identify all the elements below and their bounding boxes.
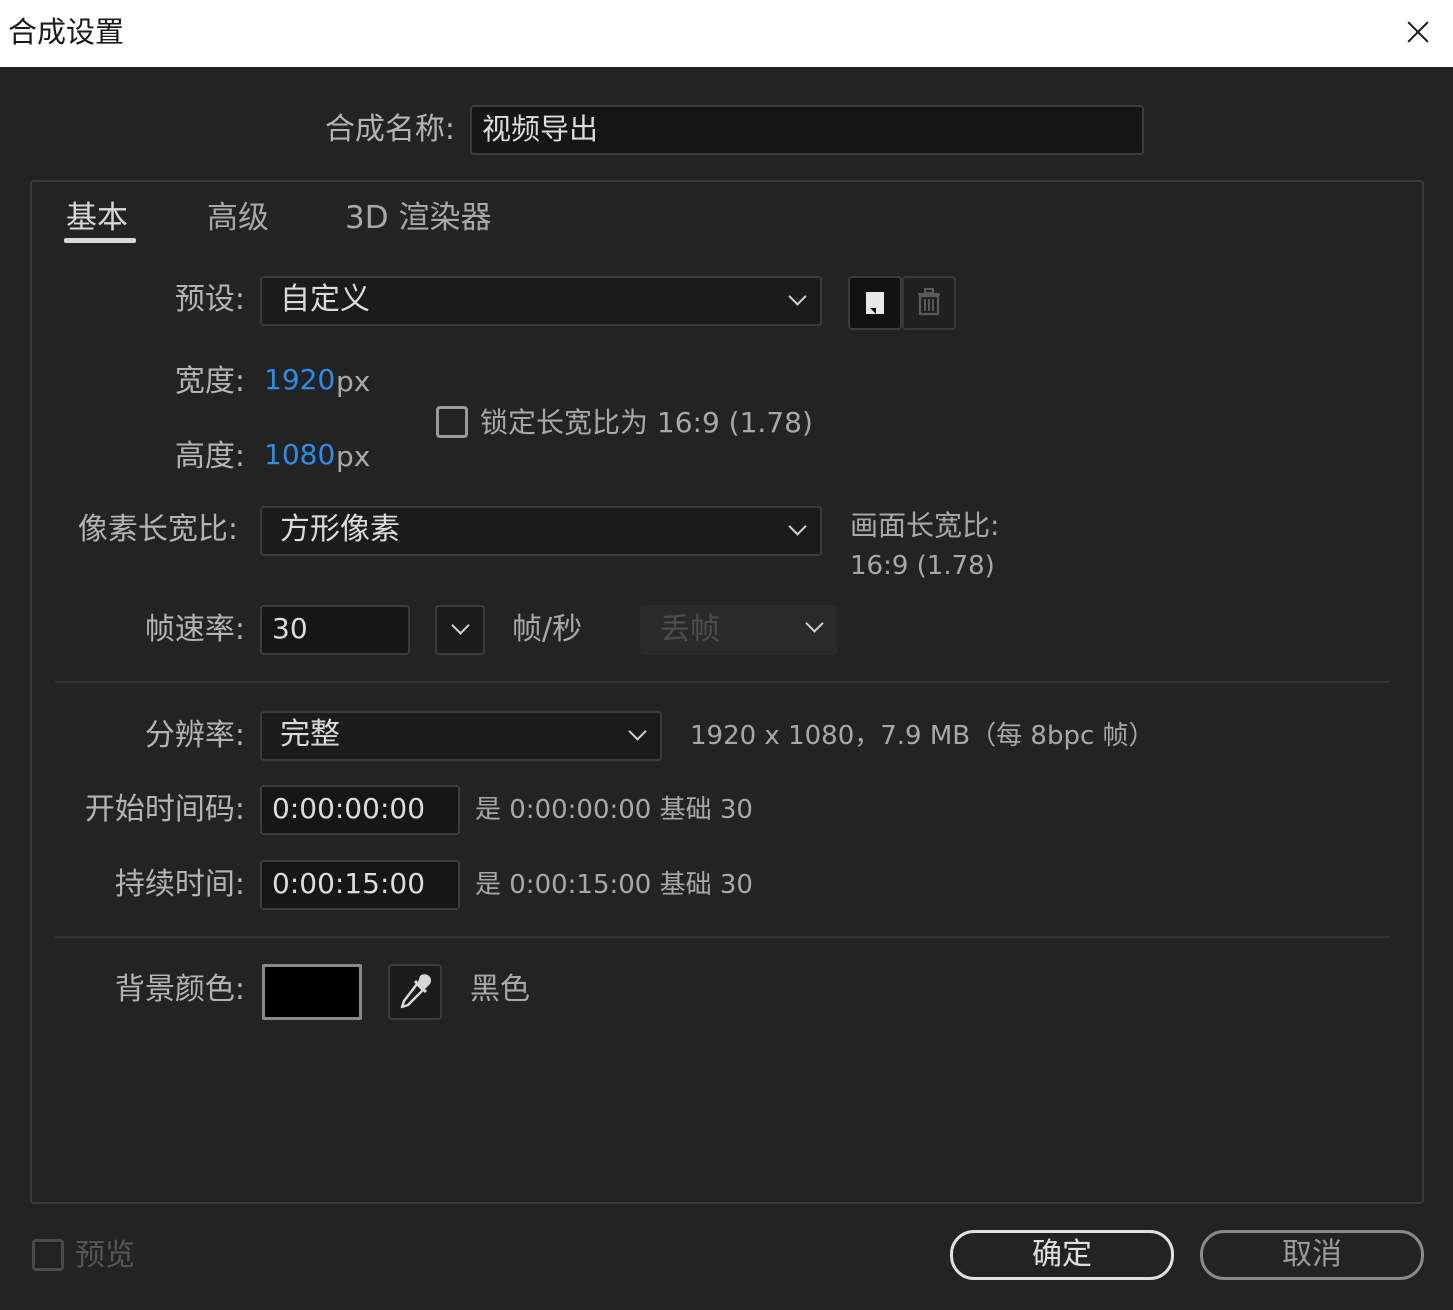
height-unit: px [336,440,371,473]
start-timecode-input[interactable]: 0:00:00:00 [260,785,460,835]
width-value[interactable]: 1920 [264,360,335,400]
resolution-label: 分辨率: [144,718,245,753]
tab-basic[interactable]: 基本 [66,198,128,238]
frame-aspect-label: 画面长宽比: [850,509,1000,542]
resolution-info: 1920 x 1080，7.9 MB（每 8bpc 帧） [690,721,1155,751]
width-unit: px [336,365,371,398]
frame-rate-dropdown[interactable] [435,605,485,655]
preview-checkbox[interactable] [32,1239,64,1271]
height-label: 高度: [174,439,245,474]
pixel-aspect-value: 方形像素 [280,512,400,547]
start-timecode-label: 开始时间码: [84,792,245,827]
divider [55,681,1390,683]
close-icon[interactable] [1401,16,1435,50]
chevron-down-icon [628,725,646,743]
delete-preset-button[interactable] [902,276,956,330]
background-color-swatch[interactable] [262,964,362,1020]
lock-aspect-checkbox[interactable] [436,406,468,438]
tab-3d-renderer[interactable]: 3D 渲染器 [345,198,491,238]
settings-panel [30,180,1424,1204]
cancel-button[interactable]: 取消 [1200,1230,1424,1280]
trash-icon [918,288,940,316]
duration-label: 持续时间: [114,867,245,902]
duration-input[interactable]: 0:00:15:00 [260,860,460,910]
comp-name-input[interactable]: 视频导出 [470,105,1144,155]
height-value[interactable]: 1080 [264,435,335,475]
lock-aspect-label: 锁定长宽比为 16:9 (1.78) [480,406,813,439]
ok-button[interactable]: 确定 [950,1230,1174,1280]
title-bar [0,0,1453,67]
preset-dropdown[interactable]: 自定义 [260,276,822,326]
divider [55,936,1390,938]
frame-aspect-value: 16:9 (1.78) [850,551,995,581]
width-label: 宽度: [174,364,245,399]
chevron-down-icon [788,290,806,308]
comp-name-label: 合成名称: [324,112,455,147]
pixel-aspect-dropdown[interactable]: 方形像素 [260,506,822,556]
save-preset-icon [866,292,884,314]
chevron-down-icon [451,619,469,637]
background-color-name: 黑色 [470,972,530,1007]
save-preset-button[interactable] [848,276,902,330]
resolution-dropdown[interactable]: 完整 [260,711,662,761]
chevron-down-icon [805,617,823,635]
start-timecode-info: 是 0:00:00:00 基础 30 [475,795,753,825]
frame-rate-unit: 帧/秒 [512,612,583,647]
resolution-value: 完整 [280,717,340,752]
frame-rate-input[interactable]: 30 [260,605,410,655]
tab-active-indicator [64,238,136,243]
preset-label: 预设: [174,282,245,317]
tab-advanced[interactable]: 高级 [207,198,269,238]
eyedropper-icon [400,974,432,1009]
preview-label: 预览 [75,1238,135,1273]
preset-value: 自定义 [280,282,370,317]
frame-rate-label: 帧速率: [144,612,245,647]
drop-frame-value: 丢帧 [660,612,720,647]
pixel-aspect-label: 像素长宽比: [77,512,238,547]
eyedropper-button[interactable] [388,964,442,1020]
window-title: 合成设置 [8,15,125,49]
duration-info: 是 0:00:15:00 基础 30 [475,870,753,900]
chevron-down-icon [788,520,806,538]
background-color-label: 背景颜色: [114,972,245,1007]
drop-frame-dropdown: 丢帧 [640,605,837,655]
